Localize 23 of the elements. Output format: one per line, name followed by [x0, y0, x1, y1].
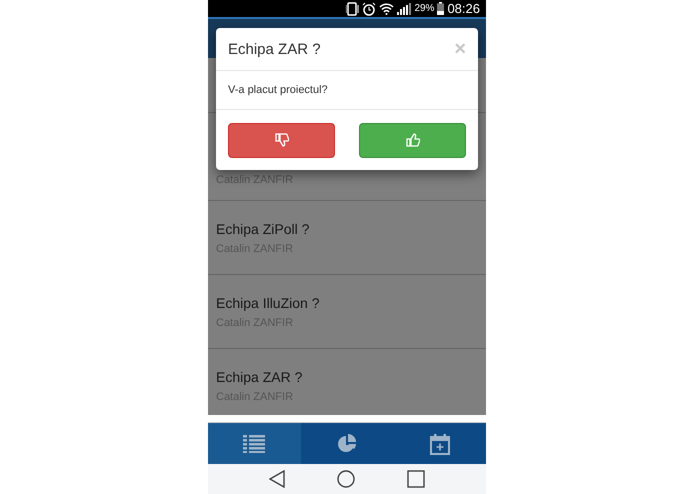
thumbs-down-icon	[274, 133, 288, 147]
dislike-button[interactable]	[228, 122, 335, 158]
pie-chart-icon	[337, 434, 357, 454]
nav-tab[interactable]	[208, 423, 301, 464]
recents-icon[interactable]	[407, 470, 425, 488]
home-icon[interactable]	[337, 470, 355, 488]
clock-time: 08:26	[447, 1, 480, 16]
dialog-message: V-a placut proiectul?	[228, 84, 328, 96]
wifi-icon	[379, 2, 394, 14]
item-title: Echipa ZAR ?	[216, 368, 304, 385]
dialog-title: Echipa ZAR ?	[228, 40, 321, 58]
battery-icon	[437, 2, 444, 15]
thumbs-up-icon	[406, 133, 420, 147]
vibrate-icon	[346, 2, 360, 16]
alarm-icon	[362, 2, 376, 16]
battery-percent: 29%	[414, 3, 434, 14]
signal-icon	[397, 2, 412, 14]
item-title: Echipa IlluZion ?	[216, 294, 321, 311]
list-icon	[243, 434, 266, 453]
back-icon[interactable]	[269, 470, 285, 488]
like-button[interactable]	[359, 122, 466, 158]
calendar-add-icon	[430, 432, 450, 455]
item-title: Echipa ZiPoll ?	[216, 220, 310, 237]
